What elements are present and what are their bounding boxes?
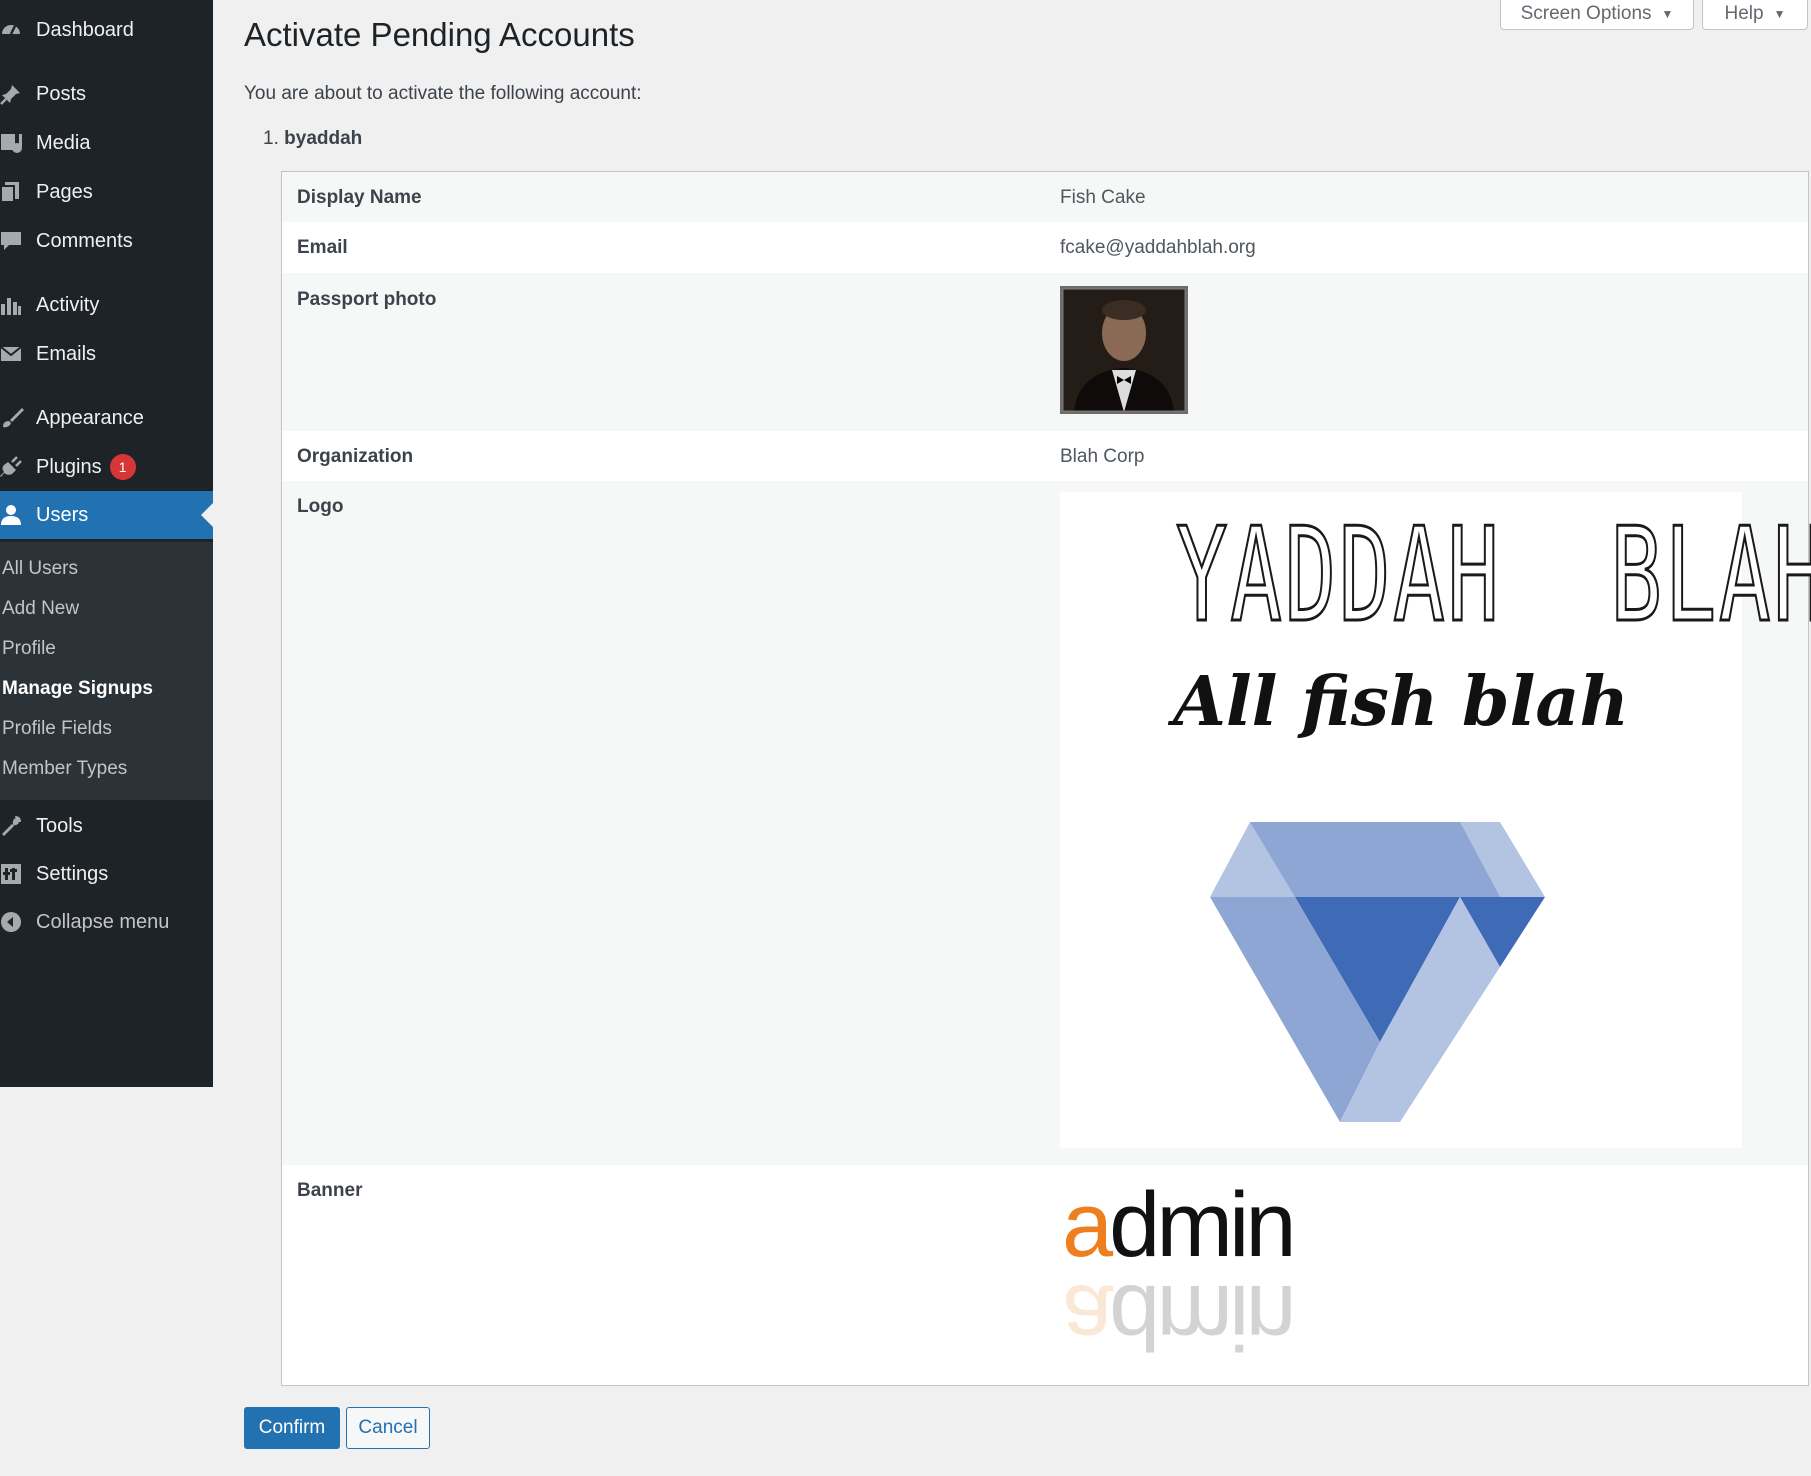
submenu-member-types[interactable]: Member Types	[2, 758, 127, 780]
email-icon	[0, 343, 36, 365]
cancel-button[interactable]: Cancel	[346, 1407, 430, 1449]
admin-sidebar: Dashboard Posts Media Pages Comments Act…	[0, 0, 213, 1087]
submenu-add-new[interactable]: Add New	[2, 598, 79, 620]
banner-reflection: admin	[1062, 1266, 1293, 1368]
intro-text: You are about to activate the following …	[244, 83, 642, 104]
menu-item-appearance[interactable]: Appearance	[0, 394, 213, 442]
email-label: Email	[297, 237, 348, 258]
confirm-button[interactable]: Confirm	[244, 1407, 340, 1449]
wrench-icon	[0, 815, 36, 837]
activity-icon	[0, 294, 36, 316]
banner-image: admin admin	[1060, 1179, 1297, 1369]
account-name: byaddah	[284, 128, 363, 149]
users-submenu: All Users Add New Profile Manage Signups…	[0, 542, 213, 800]
passport-photo-image	[1060, 286, 1188, 414]
menu-item-emails[interactable]: Emails	[0, 330, 213, 378]
logo-label: Logo	[297, 496, 344, 517]
logo-tagline: All fish blah	[1173, 662, 1629, 742]
diamond-logo-icon	[1210, 822, 1545, 1122]
submenu-profile[interactable]: Profile	[2, 638, 56, 660]
comment-icon	[0, 230, 36, 252]
menu-item-posts[interactable]: Posts	[0, 70, 213, 118]
banner-label: Banner	[297, 1180, 363, 1201]
display-name-value: Fish Cake	[1060, 187, 1146, 208]
logo-title: YADDAH BLAH	[1175, 499, 1811, 651]
menu-item-plugins[interactable]: Plugins 1	[0, 443, 213, 491]
submenu-profile-fields[interactable]: Profile Fields	[2, 718, 112, 740]
submenu-manage-signups[interactable]: Manage Signups	[2, 678, 153, 700]
paintbrush-icon	[0, 407, 36, 429]
caret-down-icon: ▼	[1661, 6, 1674, 21]
menu-item-media[interactable]: Media	[0, 119, 213, 167]
collapse-menu-button[interactable]: Collapse menu	[0, 898, 213, 946]
account-number: 1.	[263, 128, 279, 149]
page-title: Activate Pending Accounts	[244, 16, 635, 53]
menu-item-dashboard[interactable]: Dashboard	[0, 6, 213, 54]
email-value: fcake@yaddahblah.org	[1060, 237, 1256, 258]
menu-item-comments[interactable]: Comments	[0, 217, 213, 265]
display-name-label: Display Name	[297, 187, 422, 208]
settings-icon	[0, 863, 36, 885]
organization-value: Blah Corp	[1060, 446, 1145, 467]
plugin-icon	[0, 456, 36, 478]
menu-item-users[interactable]: Users	[0, 491, 213, 539]
plugins-update-badge: 1	[109, 454, 136, 480]
pin-icon	[0, 83, 36, 105]
row-passport-photo: Passport photo	[282, 273, 1808, 431]
submenu-all-users[interactable]: All Users	[2, 558, 78, 580]
row-banner: Banner admin admin	[282, 1165, 1808, 1385]
menu-item-settings[interactable]: Settings	[0, 850, 213, 898]
caret-down-icon: ▼	[1773, 6, 1786, 21]
passport-photo-label: Passport photo	[297, 289, 437, 310]
menu-item-pages[interactable]: Pages	[0, 168, 213, 216]
account-list: 1. byaddah	[263, 128, 362, 150]
row-email: Email fcake@yaddahblah.org	[282, 222, 1808, 273]
logo-image: YADDAH BLAH All fish blah	[1060, 492, 1811, 1148]
banner-wordmark: admin	[1062, 1174, 1297, 1276]
row-logo: Logo YADDAH BLAH All fish blah	[282, 481, 1811, 1165]
user-icon	[0, 504, 36, 526]
screen-options-button[interactable]: Screen Options ▼	[1500, 0, 1694, 30]
dashboard-icon	[0, 19, 36, 41]
organization-label: Organization	[297, 446, 414, 467]
row-organization: Organization Blah Corp	[282, 431, 1808, 481]
row-display-name: Display Name Fish Cake	[282, 172, 1808, 222]
collapse-icon	[0, 911, 36, 933]
account-details-table: Display Name Fish Cake Email fcake@yadda…	[281, 171, 1811, 1386]
pages-icon	[0, 181, 36, 203]
menu-item-tools[interactable]: Tools	[0, 802, 213, 850]
help-button[interactable]: Help ▼	[1702, 0, 1808, 30]
menu-item-activity[interactable]: Activity	[0, 281, 213, 329]
media-icon	[0, 131, 36, 155]
